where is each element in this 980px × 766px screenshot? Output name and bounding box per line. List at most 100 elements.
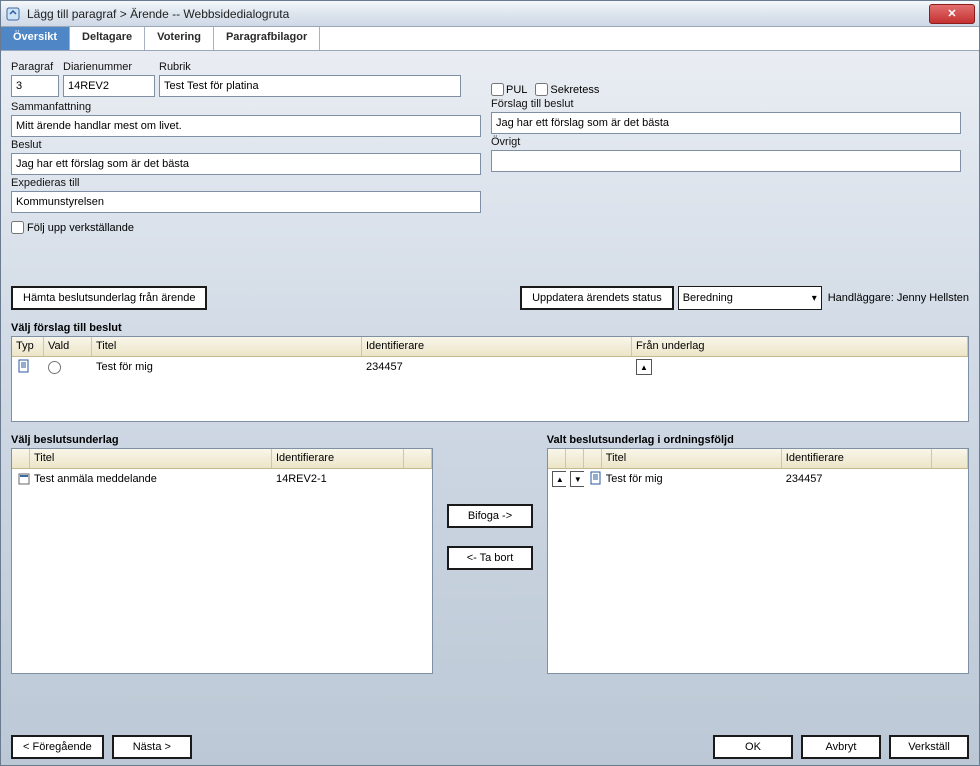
col-left-titel[interactable]: Titel <box>30 449 272 468</box>
titlebar: Lägg till paragraf > Ärende -- Webbsided… <box>1 1 979 27</box>
proposal-title: Välj förslag till beslut <box>11 322 969 334</box>
btn-apply[interactable]: Verkställ <box>889 735 969 759</box>
col-right-empty <box>932 449 968 468</box>
checkbox-sekretess-wrap[interactable]: Sekretess <box>535 83 599 96</box>
input-beslut[interactable] <box>11 153 481 175</box>
input-diarienummer[interactable] <box>63 75 155 97</box>
btn-next[interactable]: Nästa > <box>112 735 192 759</box>
checkbox-pul[interactable] <box>491 83 504 96</box>
underlag-left-list: Titel Identifierare Test anmäla meddelan… <box>11 448 433 674</box>
col-r-move2 <box>566 449 584 468</box>
label-ovrigt: Övrigt <box>491 136 961 148</box>
col-right-identifierare[interactable]: Identifierare <box>782 449 932 468</box>
move-up-icon[interactable]: ▲ <box>552 471 566 487</box>
label-diarienummer: Diarienummer <box>63 61 155 73</box>
chevron-down-icon: ▾ <box>812 293 817 304</box>
underlag-left-title: Välj beslutsunderlag <box>11 434 433 446</box>
underlag-right-body: ▲ ▼ Test för mig 234457 <box>548 469 968 673</box>
input-ovrigt[interactable] <box>491 150 961 172</box>
label-expediering: Expedieras till <box>11 177 481 189</box>
label-folj-upp: Följ upp verkställande <box>27 222 134 234</box>
input-rubrik[interactable] <box>159 75 461 97</box>
tab-deltagare[interactable]: Deltagare <box>70 27 145 50</box>
input-expediering[interactable] <box>11 191 481 213</box>
handlaggare-label: Handläggare: <box>828 292 894 304</box>
list-item[interactable]: Test anmäla meddelande 14REV2-1 <box>12 469 432 489</box>
tab-votering[interactable]: Votering <box>145 27 214 50</box>
move-down-icon[interactable]: ▼ <box>570 471 584 487</box>
action-row: Hämta beslutsunderlag från ärende Uppdat… <box>11 286 969 310</box>
col-r-icon <box>584 449 602 468</box>
col-left-empty <box>404 449 432 468</box>
label-paragraf: Paragraf <box>11 61 59 73</box>
document-icon <box>16 358 32 374</box>
radio-select-proposal[interactable] <box>48 361 61 374</box>
proposal-header: Typ Vald Titel Identifierare Från underl… <box>12 337 968 357</box>
col-right-titel[interactable]: Titel <box>602 449 782 468</box>
app-icon <box>5 6 21 22</box>
col-titel[interactable]: Titel <box>92 337 362 356</box>
proposal-body: Test för mig 234457 ▲ <box>12 357 968 421</box>
tab-paragrafbilagor[interactable]: Paragrafbilagor <box>214 27 320 50</box>
label-rubrik: Rubrik <box>159 61 481 73</box>
label-sekretess: Sekretess <box>550 84 599 96</box>
btn-previous[interactable]: < Föregående <box>11 735 104 759</box>
underlag-left-body: Test anmäla meddelande 14REV2-1 <box>12 469 432 673</box>
btn-tabort[interactable]: <- Ta bort <box>447 546 533 570</box>
input-forslag[interactable] <box>491 112 961 134</box>
checkbox-pul-wrap[interactable]: PUL <box>491 83 527 96</box>
form-left: Paragraf Diarienummer Rubrik Sammanfattn… <box>11 61 481 234</box>
checkbox-sekretess[interactable] <box>535 83 548 96</box>
label-sammanfattning: Sammanfattning <box>11 101 481 113</box>
col-identifierare[interactable]: Identifierare <box>362 337 632 356</box>
underlag-right-title: Valt beslutsunderlag i ordningsföljd <box>547 434 969 446</box>
status-value: Beredning <box>683 292 733 304</box>
tabbar: Översikt Deltagare Votering Paragrafbila… <box>1 27 979 51</box>
btn-hemta[interactable]: Hämta beslutsunderlag från ärende <box>11 286 207 310</box>
col-typ[interactable]: Typ <box>12 337 44 356</box>
btn-ok[interactable]: OK <box>713 735 793 759</box>
col-r-move1 <box>548 449 566 468</box>
document-icon <box>588 470 602 486</box>
list-item[interactable]: ▲ ▼ Test för mig 234457 <box>548 469 968 489</box>
tab-oversikt[interactable]: Översikt <box>1 27 70 50</box>
underlag-left-col: Välj beslutsunderlag Titel Identifierare <box>11 428 433 729</box>
file-icon <box>16 471 30 487</box>
form-grid: Paragraf Diarienummer Rubrik Sammanfattn… <box>11 61 969 234</box>
col-icon <box>12 449 30 468</box>
cell-right-identifierare: 234457 <box>782 471 932 487</box>
label-pul: PUL <box>506 84 527 96</box>
dialog-window: Lägg till paragraf > Ärende -- Webbsided… <box>0 0 980 766</box>
form-right: PUL Sekretess Förslag till beslut Övrigt <box>491 61 961 234</box>
close-icon: ✕ <box>947 7 956 20</box>
label-beslut: Beslut <box>11 139 481 151</box>
footer: < Föregående Nästa > OK Avbryt Verkställ <box>11 735 969 759</box>
col-left-identifierare[interactable]: Identifierare <box>272 449 404 468</box>
dropdown-status[interactable]: Beredning ▾ <box>678 286 822 310</box>
col-vald[interactable]: Vald <box>44 337 92 356</box>
checkbox-folj-upp[interactable] <box>11 221 24 234</box>
proposal-list: Typ Vald Titel Identifierare Från underl… <box>11 336 969 422</box>
input-sammanfattning[interactable] <box>11 115 481 137</box>
transfer-buttons: Bifoga -> <- Ta bort <box>445 428 535 729</box>
content-area: Paragraf Diarienummer Rubrik Sammanfattn… <box>1 51 979 765</box>
close-button[interactable]: ✕ <box>929 4 975 24</box>
cell-right-titel: Test för mig <box>602 471 782 487</box>
window-title: Lägg till paragraf > Ärende -- Webbsided… <box>27 7 289 21</box>
col-fran[interactable]: Från underlag <box>632 337 968 356</box>
table-row[interactable]: Test för mig 234457 ▲ <box>12 357 968 377</box>
cell-titel: Test för mig <box>92 359 362 375</box>
move-up-icon[interactable]: ▲ <box>636 359 652 375</box>
cell-left-titel: Test anmäla meddelande <box>30 471 272 487</box>
handlaggare-text: Handläggare: Jenny Hellsten <box>828 292 969 304</box>
handlaggare-value: Jenny Hellsten <box>897 292 969 304</box>
btn-cancel[interactable]: Avbryt <box>801 735 881 759</box>
btn-bifoga[interactable]: Bifoga -> <box>447 504 533 528</box>
underlag-right-list: Titel Identifierare ▲ ▼ <box>547 448 969 674</box>
cell-identifierare: 234457 <box>362 359 632 375</box>
input-paragraf[interactable] <box>11 75 59 97</box>
underlag-right-col: Valt beslutsunderlag i ordningsföljd Tit… <box>547 428 969 729</box>
underlag-left-header: Titel Identifierare <box>12 449 432 469</box>
underlag-right-header: Titel Identifierare <box>548 449 968 469</box>
btn-uppdatera-status[interactable]: Uppdatera ärendets status <box>520 286 674 310</box>
